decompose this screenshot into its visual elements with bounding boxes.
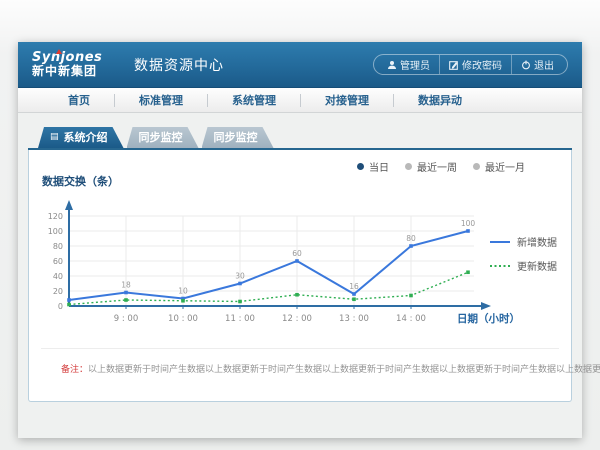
change-password-label: 修改密码 bbox=[462, 57, 502, 72]
user-toolbar: 管理员 修改密码 退出 bbox=[373, 54, 568, 75]
chart-panel: 当日 最近一周 最近一月 数据交换（条） 0 20 40 60 80 100 120 9 : 00… bbox=[28, 150, 572, 402]
svg-text:16: 16 bbox=[349, 282, 359, 291]
tab-3[interactable]: 同步监控 bbox=[202, 127, 274, 148]
nav-item-3[interactable]: 系统管理 bbox=[208, 92, 300, 108]
svg-text:10: 10 bbox=[178, 287, 188, 296]
legend-line-sample-icon bbox=[489, 238, 511, 246]
svg-text:30: 30 bbox=[235, 272, 245, 281]
range-option-3[interactable]: 最近一月 bbox=[473, 159, 525, 174]
svg-text:60: 60 bbox=[292, 249, 302, 258]
svg-text:100: 100 bbox=[48, 227, 63, 236]
svg-text:40: 40 bbox=[53, 272, 63, 281]
nav-item-4[interactable]: 对接管理 bbox=[301, 92, 393, 108]
note-divider bbox=[41, 348, 559, 349]
logo-flag-icon bbox=[56, 49, 62, 54]
legend-line-sample-icon bbox=[489, 262, 511, 270]
page-title: 数据资源中心 bbox=[134, 55, 224, 75]
svg-text:80: 80 bbox=[406, 234, 416, 243]
line-chart-svg: 0 20 40 60 80 100 120 9 : 00 10 : 00 11 : 00 12 : … bbox=[29, 194, 534, 339]
edit-icon bbox=[449, 60, 459, 70]
app-header: Synjones 新中新集团 数据资源中心 管理员 修改密码 bbox=[18, 42, 582, 88]
svg-text:18: 18 bbox=[121, 281, 131, 290]
legend-label: 新增数据 bbox=[517, 234, 557, 249]
svg-text:9 : 00: 9 : 00 bbox=[114, 314, 139, 324]
svg-text:100: 100 bbox=[461, 219, 476, 228]
radio-dot-icon bbox=[473, 163, 480, 170]
content-area: ▤ 系统介绍 同步监控 同步监控 当日 最近一周 最近一月 数据交换（条） 0 20 40 60… bbox=[18, 113, 582, 402]
tab-label: 同步监控 bbox=[214, 127, 258, 148]
radio-dot-icon bbox=[357, 163, 364, 170]
nav-item-5[interactable]: 数据异动 bbox=[394, 92, 486, 108]
tab-label: 系统介绍 bbox=[64, 127, 108, 148]
tab-bar: ▤ 系统介绍 同步监控 同步监控 bbox=[28, 127, 572, 150]
legend-item-1[interactable]: 新增数据 bbox=[489, 234, 557, 249]
svg-text:日期（小时）: 日期（小时） bbox=[457, 312, 520, 325]
app-window: Synjones 新中新集团 数据资源中心 管理员 修改密码 bbox=[18, 42, 582, 438]
footer-note-text: 以上数据更新于时间产生数据以上数据更新于时间产生数据以上数据更新于时间产生数据以… bbox=[88, 365, 600, 375]
tab-2[interactable]: 同步监控 bbox=[127, 127, 199, 148]
power-icon bbox=[521, 60, 531, 70]
tab-label: 同步监控 bbox=[139, 127, 183, 148]
line-chart: 0 20 40 60 80 100 120 9 : 00 10 : 00 11 : 00 12 : … bbox=[29, 194, 534, 343]
user-label: 管理员 bbox=[400, 57, 430, 72]
series-legend: 新增数据更新数据 bbox=[489, 234, 557, 273]
svg-text:12 : 00: 12 : 00 bbox=[282, 314, 312, 324]
range-option-label: 当日 bbox=[369, 159, 389, 174]
time-range-selector: 当日 最近一周 最近一月 bbox=[357, 159, 525, 174]
svg-text:13 : 00: 13 : 00 bbox=[339, 314, 369, 324]
user-button[interactable]: 管理员 bbox=[378, 55, 439, 74]
logout-label: 退出 bbox=[534, 57, 554, 72]
range-option-2[interactable]: 最近一周 bbox=[405, 159, 457, 174]
change-password-button[interactable]: 修改密码 bbox=[439, 55, 511, 74]
svg-text:80: 80 bbox=[53, 242, 63, 251]
company-logo: Synjones 新中新集团 bbox=[32, 51, 118, 77]
nav-item-2[interactable]: 标准管理 bbox=[115, 92, 207, 108]
range-option-label: 最近一月 bbox=[485, 159, 525, 174]
svg-text:20: 20 bbox=[53, 287, 63, 296]
svg-text:60: 60 bbox=[53, 257, 63, 266]
range-option-1[interactable]: 当日 bbox=[357, 159, 389, 174]
nav-item-1[interactable]: 首页 bbox=[44, 92, 114, 108]
footer-note-prefix: 备注： bbox=[61, 365, 88, 375]
user-icon bbox=[387, 60, 397, 70]
range-option-label: 最近一周 bbox=[417, 159, 457, 174]
logo-brand: Synjones bbox=[32, 51, 118, 65]
tab-1[interactable]: ▤ 系统介绍 bbox=[38, 127, 124, 148]
radio-dot-icon bbox=[405, 163, 412, 170]
logout-button[interactable]: 退出 bbox=[511, 55, 563, 74]
legend-label: 更新数据 bbox=[517, 258, 557, 273]
svg-text:11 : 00: 11 : 00 bbox=[225, 314, 255, 324]
legend-item-2[interactable]: 更新数据 bbox=[489, 258, 557, 273]
svg-text:120: 120 bbox=[48, 212, 63, 221]
main-nav: 首页标准管理系统管理对接管理数据异动 bbox=[18, 88, 582, 113]
document-icon: ▤ bbox=[50, 133, 59, 142]
footer-note: 备注：以上数据更新于时间产生数据以上数据更新于时间产生数据以上数据更新于时间产生… bbox=[61, 362, 600, 375]
logo-company: 新中新集团 bbox=[32, 65, 118, 78]
svg-text:14 : 00: 14 : 00 bbox=[396, 314, 426, 324]
y-axis-title: 数据交换（条） bbox=[42, 173, 119, 189]
svg-text:0: 0 bbox=[58, 302, 63, 311]
svg-text:10 : 00: 10 : 00 bbox=[168, 314, 198, 324]
